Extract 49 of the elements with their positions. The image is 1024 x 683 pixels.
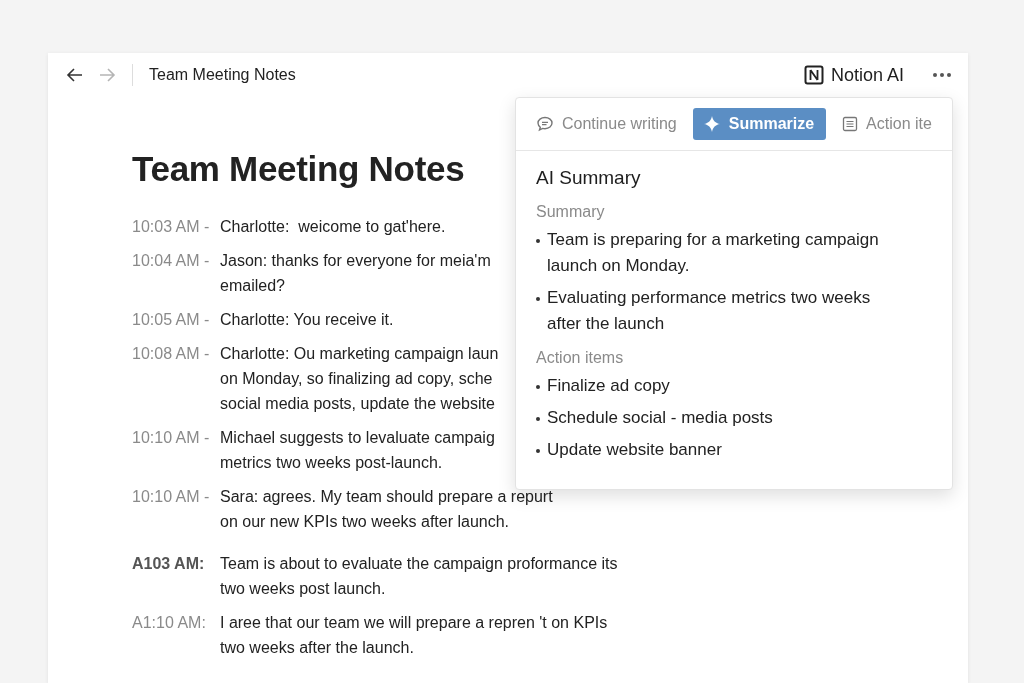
back-button[interactable] (66, 67, 84, 83)
note-text: Team is about to evaluate the campaign proformance its (220, 554, 618, 574)
right-arrow-icon (98, 67, 116, 83)
timestamp: 10:03 AM - (132, 217, 211, 237)
note-text: metrics two weeks post-launch. (220, 453, 444, 473)
bullet-icon (536, 449, 540, 453)
timestamp: 10:10 AM - (132, 428, 211, 448)
note-text: two weeks post launch. (220, 579, 387, 599)
summary-item: Schedule social - media posts (547, 407, 773, 429)
panel-heading: AI Summary (536, 167, 642, 189)
note-text: Charlotte: You receive it. (220, 310, 394, 330)
timestamp: A1:10 AM: (132, 613, 207, 633)
bullet-icon (536, 385, 540, 389)
left-arrow-icon (66, 67, 84, 83)
bullet-icon (536, 417, 540, 421)
note-text: emailed? (220, 276, 286, 296)
summary-item: Update website banner (547, 439, 722, 461)
section-label: Summary (536, 203, 606, 221)
summary-item: Team is preparing for a marketing campaign launch on Monday. (547, 229, 880, 277)
notion-ai-button[interactable]: Notion AI (803, 64, 904, 86)
ai-action-tab[interactable]: Summarize (692, 108, 827, 140)
note-text: I aree that our team we will prepare a repren 't on KPIs (220, 613, 608, 633)
bullet-icon (536, 297, 540, 301)
ai-action-tab[interactable]: Continue writing (536, 108, 677, 140)
note-text: Charlotte: weicome to gat'here. (220, 217, 446, 237)
ai-action-tab[interactable]: Action ite (842, 108, 932, 140)
page-title: Team Meeting Notes (132, 149, 465, 189)
timestamp: 10:04 AM - (132, 251, 211, 271)
more-options-icon[interactable] (932, 72, 952, 78)
note-text: Jason: thanks for everyone for meia'm (220, 251, 491, 271)
logo-icon (803, 65, 824, 85)
note-text: Michael suggests to levaluate campaig (220, 428, 495, 448)
note-text: Sara: agrees. My team should prepare a repurt (220, 487, 553, 507)
note-text: Charlotte: Ou marketing campaign laun (220, 344, 499, 364)
timestamp: 10:05 AM - (132, 310, 211, 330)
timestamp: 10:10 AM - (132, 487, 211, 507)
note-text: on our new KPIs two weeks after launch. (220, 512, 511, 532)
timestamp: A103 AM: (132, 554, 206, 574)
timestamp: 10:08 AM - (132, 344, 211, 364)
note-text: social media posts, update the website (220, 394, 496, 414)
chat-bubble-icon (536, 115, 554, 133)
list-icon (842, 116, 859, 132)
note-text: two weeks after the launch. (220, 638, 415, 658)
page-breadcrumb[interactable]: Team Meeting Notes (149, 66, 296, 84)
summary-item: Evaluating performance metrics two weeks after the launch (547, 287, 872, 335)
note-text: on Monday, so finalizing ad copy, sche (220, 369, 494, 389)
section-label: Action items (536, 349, 625, 367)
bullet-icon (536, 239, 540, 243)
summary-item: Finalize ad copy (547, 375, 670, 397)
